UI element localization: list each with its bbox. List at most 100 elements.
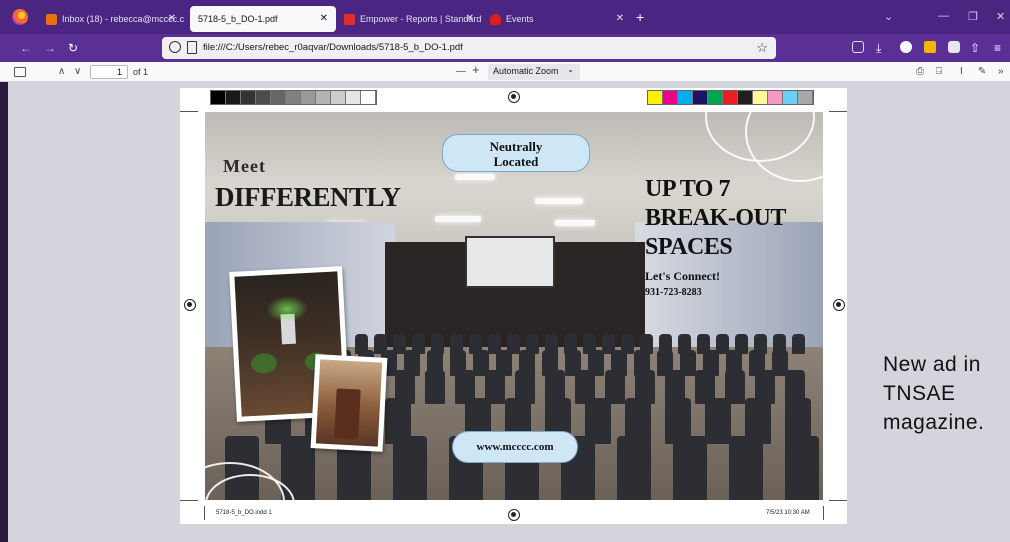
conference-table: [334, 388, 361, 440]
mail-icon: [46, 13, 57, 25]
close-icon[interactable]: ✕: [616, 13, 624, 24]
minimize-icon[interactable]: —: [938, 10, 949, 22]
color-swatch: [768, 91, 783, 104]
chair: [792, 334, 805, 354]
website-bubble: www.mcccc.com: [452, 431, 578, 463]
browser-window: Inbox (18) - rebecca@mcccc.c ✕ 5718-5_b_…: [0, 0, 1010, 542]
meet-text: Meet: [223, 156, 266, 176]
page-icon: [187, 41, 197, 54]
more-tools-icon[interactable]: »: [998, 65, 1004, 79]
zoom-in-icon[interactable]: +: [472, 63, 480, 77]
share-icon[interactable]: ⇧: [970, 41, 980, 55]
page-number-input[interactable]: 1: [90, 65, 128, 79]
chair: [425, 370, 445, 404]
registration-mark-icon: [508, 91, 520, 103]
new-tab-icon[interactable]: +: [636, 10, 644, 24]
pocket-icon[interactable]: [852, 41, 864, 53]
print-icon[interactable]: ⎙: [916, 65, 924, 79]
differently-headline: DIFFERENTLY: [215, 182, 401, 212]
color-swatch: [723, 91, 738, 104]
crop-mark: [823, 506, 824, 520]
close-icon[interactable]: ✕: [320, 13, 328, 24]
headline-line: BREAK-OUT: [645, 205, 786, 231]
firefox-logo-icon[interactable]: [12, 9, 28, 25]
close-icon[interactable]: ✕: [466, 13, 474, 24]
events-icon: [490, 13, 501, 25]
color-swatch: [753, 91, 768, 104]
crop-mark: [180, 111, 198, 112]
color-swatch: [663, 91, 678, 104]
breakout-headline: UP TO 7 BREAK-OUT SPACES: [645, 175, 820, 262]
reload-icon[interactable]: ↻: [68, 41, 78, 55]
zoom-out-icon[interactable]: —: [456, 65, 466, 79]
next-page-icon[interactable]: ∨: [74, 65, 81, 79]
draw-icon[interactable]: ✎: [978, 65, 986, 79]
close-icon[interactable]: ✕: [168, 13, 176, 24]
bubble-line: Neutrally: [489, 139, 543, 154]
color-swatch: [286, 91, 301, 104]
color-swatch: [648, 91, 663, 104]
tab-bar: Inbox (18) - rebecca@mcccc.c ✕ 5718-5_b_…: [0, 0, 1010, 34]
crop-mark: [204, 506, 205, 520]
projection-screen: [465, 236, 555, 288]
url-text[interactable]: file:///C:/Users/rebec_r0aqvar/Downloads…: [203, 42, 463, 53]
site-info-icon[interactable]: [169, 41, 181, 53]
restore-icon[interactable]: ❐: [968, 10, 978, 23]
tab-events[interactable]: Events ✕: [482, 6, 632, 32]
neutrally-located-bubble: Neutrally Located: [442, 134, 590, 172]
sidebar-toggle-icon[interactable]: [14, 67, 26, 77]
tab-label: Events: [506, 14, 534, 24]
menu-icon[interactable]: ≡: [994, 41, 1001, 55]
chair: [617, 436, 651, 500]
star-icon[interactable]: ☆: [756, 40, 768, 56]
process-color-bar: [647, 90, 814, 105]
save-icon[interactable]: ⍈: [936, 65, 942, 79]
green-light: [265, 294, 309, 324]
chair: [729, 436, 763, 500]
phone-number: 931-723-8283: [645, 287, 702, 298]
color-swatch: [241, 91, 256, 104]
forward-icon[interactable]: →: [44, 41, 56, 55]
plant: [250, 352, 278, 375]
grayscale-color-bar: [210, 90, 377, 105]
lets-connect-text: Let's Connect!: [645, 269, 720, 283]
tab-inbox[interactable]: Inbox (18) - rebecca@mcccc.c ✕: [38, 6, 184, 32]
color-swatch: [301, 91, 316, 104]
chair: [705, 398, 731, 444]
color-swatch: [693, 91, 708, 104]
chair: [785, 436, 819, 500]
downloads-icon[interactable]: ⤓: [876, 41, 881, 55]
website-text: www.mcccc.com: [476, 441, 554, 453]
color-swatch: [256, 91, 271, 104]
account-icon[interactable]: [900, 41, 912, 53]
side-note-text: New ad in TNSAE magazine.: [883, 353, 985, 434]
ceiling-light: [555, 220, 595, 226]
text-cursor-icon[interactable]: I: [960, 65, 963, 79]
tab-label: Empower - Reports | Standard: [360, 14, 482, 24]
color-swatch: [783, 91, 798, 104]
print-slug-datetime: 7/5/23 10:30 AM: [766, 510, 810, 516]
nav-bar: ← → ↻ file:///C:/Users/rebec_r0aqvar/Dow…: [0, 34, 1010, 62]
page-count: of 1: [133, 67, 149, 77]
tab-empower[interactable]: Empower - Reports | Standard ✕: [336, 6, 482, 32]
color-swatch: [346, 91, 361, 104]
window-close-icon[interactable]: ✕: [996, 10, 1005, 23]
print-slug-filename: 5718-5_b_DO.indd 1: [216, 510, 272, 516]
previous-page-icon[interactable]: ∧: [58, 65, 65, 79]
bubble-line: Located: [493, 154, 539, 169]
list-tabs-icon[interactable]: ⌄: [884, 10, 893, 23]
tab-pdf[interactable]: 5718-5_b_DO-1.pdf ✕: [190, 6, 336, 32]
puzzle-icon[interactable]: [948, 41, 960, 53]
extension-icon[interactable]: [924, 41, 936, 53]
back-icon[interactable]: ←: [20, 41, 32, 55]
chevron-down-icon: ⌄: [567, 65, 574, 74]
address-bar[interactable]: file:///C:/Users/rebec_r0aqvar/Downloads…: [162, 37, 776, 59]
crop-mark: [829, 500, 847, 501]
registration-mark-icon: [508, 509, 520, 521]
registration-mark-icon: [833, 299, 845, 311]
crop-mark: [829, 111, 847, 112]
window-edge: [0, 82, 8, 542]
crop-mark: [180, 500, 198, 501]
zoom-select[interactable]: Automatic Zoom ⌄: [488, 64, 580, 80]
tab-label: 5718-5_b_DO-1.pdf: [198, 14, 278, 24]
